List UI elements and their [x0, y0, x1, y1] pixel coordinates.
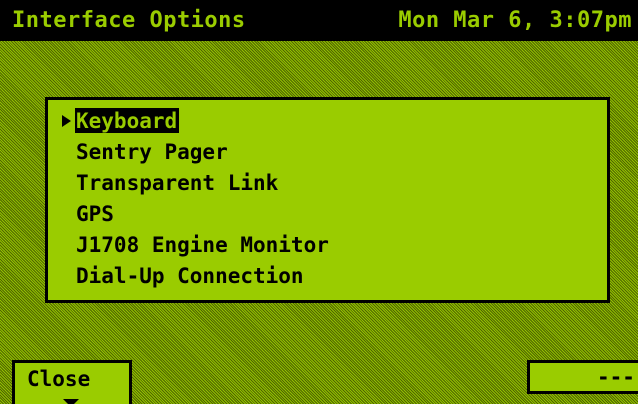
menu-item-dial-up-connection[interactable]: Dial-Up Connection	[60, 261, 331, 292]
title-bar: Interface Options Mon Mar 6, 3:07pm	[0, 0, 638, 41]
menu-item-label: Transparent Link	[76, 171, 279, 195]
down-arrow-icon	[63, 399, 79, 404]
menu-item-gps[interactable]: GPS	[60, 199, 331, 230]
close-softkey-label: Close	[27, 367, 91, 391]
date-time-display: Mon Mar 6, 3:07pm	[398, 8, 632, 33]
menu-item-keyboard[interactable]: Keyboard	[60, 106, 331, 137]
menu-list: Keyboard Sentry Pager Transparent Link G…	[60, 106, 331, 292]
screen-title: Interface Options	[12, 8, 246, 33]
menu-item-label: Dial-Up Connection	[76, 264, 304, 288]
menu-item-transparent-link[interactable]: Transparent Link	[60, 168, 331, 199]
lcd-screen: Interface Options Mon Mar 6, 3:07pm Keyb…	[0, 0, 638, 404]
menu-item-sentry-pager[interactable]: Sentry Pager	[60, 137, 331, 168]
menu-item-j1708-engine-monitor[interactable]: J1708 Engine Monitor	[60, 230, 331, 261]
right-softkey-button[interactable]: ---	[527, 360, 638, 394]
menu-item-label: Keyboard	[75, 108, 180, 133]
close-softkey-button[interactable]: Close	[12, 360, 132, 404]
menu-item-label: GPS	[76, 202, 114, 226]
right-softkey-label: ---	[597, 365, 635, 389]
interface-options-menu: Keyboard Sentry Pager Transparent Link G…	[45, 97, 610, 303]
menu-item-label: J1708 Engine Monitor	[76, 233, 329, 257]
selection-pointer-icon	[62, 115, 71, 127]
menu-item-label: Sentry Pager	[76, 140, 228, 164]
